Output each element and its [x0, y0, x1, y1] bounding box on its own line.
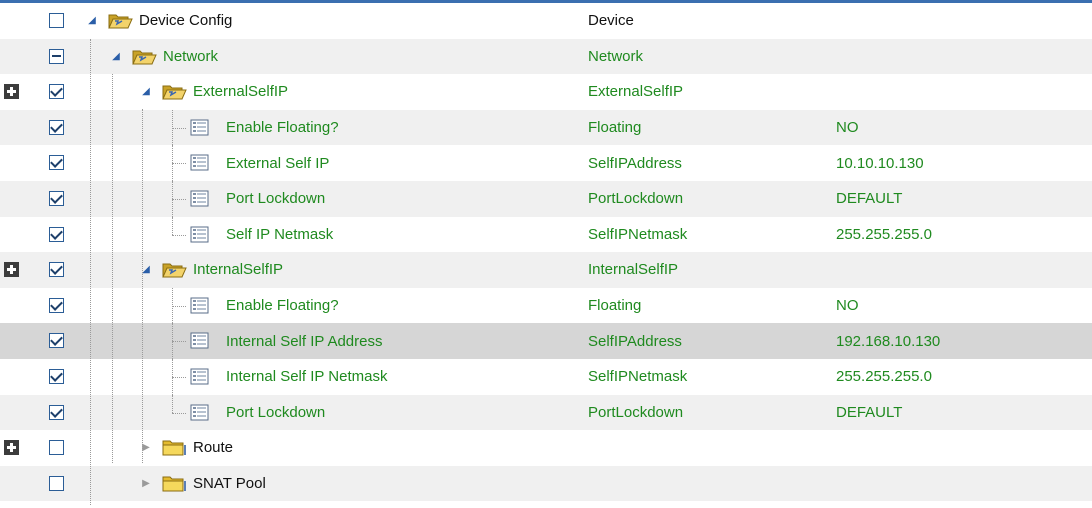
- list-item-icon: [188, 190, 212, 208]
- tree-item-row[interactable]: Self IP Netmask SelfIPNetmask 255.255.255.…: [0, 216, 1092, 253]
- property-value-cell[interactable]: 255.255.255.0: [836, 217, 932, 253]
- plus-icon[interactable]: [4, 262, 19, 278]
- property-value-cell[interactable]: DEFAULT: [836, 181, 902, 217]
- tree-node-label[interactable]: Self IP Netmask: [226, 217, 333, 253]
- tree-guide-line: [90, 39, 91, 505]
- list-item-icon: [188, 297, 212, 315]
- tree-connector-line: [172, 216, 173, 235]
- tree-connector-line: [172, 305, 186, 307]
- tree-connector-line: [172, 234, 186, 236]
- tree-connector-line: [172, 376, 186, 378]
- row-checkbox[interactable]: [49, 404, 64, 420]
- collapse-arrow-icon[interactable]: ◢: [140, 74, 152, 110]
- tree-folder-row[interactable]: ▶ SNAT Pool: [0, 465, 1092, 502]
- tree-folder-row[interactable]: ◢ InternalSelfIP InternalSelfIP: [0, 252, 1092, 288]
- row-checkbox[interactable]: [49, 13, 64, 28]
- row-checkbox[interactable]: [49, 48, 64, 64]
- folder-open-icon: [108, 12, 134, 30]
- folder-open-icon: [162, 83, 188, 101]
- tree-node-label[interactable]: External Self IP: [226, 145, 329, 181]
- tree-item-row[interactable]: External Self IP SelfIPAddress 10.10.10.13…: [0, 145, 1092, 181]
- property-name-cell: ExternalSelfIP: [588, 83, 684, 101]
- tree-node-label[interactable]: Port Lockdown: [226, 181, 325, 217]
- property-name-cell: PortLockdown: [588, 190, 684, 208]
- row-checkbox[interactable]: [49, 226, 64, 242]
- tree-item-row[interactable]: Port Lockdown PortLockdown DEFAULT: [0, 180, 1092, 217]
- tree-item-row[interactable]: Port Lockdown PortLockdown DEFAULT: [0, 394, 1092, 431]
- list-item-icon: [188, 154, 212, 172]
- property-value-cell[interactable]: 10.10.10.130: [836, 145, 924, 181]
- folder-closed-icon: [162, 475, 188, 493]
- tree-folder-row[interactable]: ◢ Network Network: [0, 38, 1092, 75]
- tree-folder-row[interactable]: ◢ ExternalSelfIP ExternalSelfIP: [0, 74, 1092, 110]
- tree-node-label[interactable]: ExternalSelfIP: [193, 74, 288, 110]
- property-name-cell: PortLockdown: [588, 403, 684, 421]
- tree-connector-line: [172, 198, 186, 200]
- list-item-icon: [188, 332, 212, 350]
- tree-node-label[interactable]: InternalSelfIP: [193, 252, 283, 288]
- tree-node-label[interactable]: Internal Self IP Address: [226, 323, 382, 359]
- tree-guide-line: [112, 74, 113, 463]
- collapse-arrow-icon[interactable]: ◢: [86, 3, 98, 39]
- tree-connector-line: [172, 394, 173, 413]
- property-value-cell[interactable]: NO: [836, 288, 859, 324]
- tree-node-label[interactable]: Internal Self IP Netmask: [226, 359, 387, 395]
- property-name-cell: Floating: [588, 297, 642, 315]
- row-checkbox[interactable]: [49, 119, 64, 135]
- property-value-cell[interactable]: NO: [836, 110, 859, 146]
- list-item-icon: [188, 119, 212, 137]
- expand-arrow-icon[interactable]: ▶: [140, 466, 152, 502]
- tree-item-row[interactable]: Enable Floating? Floating NO: [0, 287, 1092, 324]
- tree-node-label[interactable]: Enable Floating?: [226, 110, 339, 146]
- property-name-cell: InternalSelfIP: [588, 261, 679, 279]
- tree-guide-line: [142, 109, 143, 463]
- list-item-icon: [188, 404, 212, 422]
- device-config-tree-grid: ◢ Device Config Device ◢ Network Network ◢ Exte…: [0, 3, 1092, 505]
- tree-item-row[interactable]: Enable Floating? Floating NO: [0, 109, 1092, 146]
- tree-connector-line: [172, 412, 186, 414]
- tree-folder-row[interactable]: ◢ Device Config Device: [0, 3, 1092, 39]
- row-checkbox[interactable]: [49, 84, 64, 100]
- list-item-icon: [188, 368, 212, 386]
- property-value-cell[interactable]: 192.168.10.130: [836, 323, 940, 359]
- tree-connector-line: [172, 127, 186, 129]
- property-name-cell: Network: [588, 47, 644, 65]
- row-checkbox[interactable]: [49, 368, 64, 384]
- tree-node-label[interactable]: Device Config: [139, 3, 232, 39]
- row-checkbox[interactable]: [49, 475, 64, 491]
- row-checkbox[interactable]: [49, 190, 64, 206]
- property-value-cell[interactable]: 255.255.255.0: [836, 359, 932, 395]
- tree-folder-row[interactable]: ▶ Route: [0, 430, 1092, 466]
- tree-item-row[interactable]: Internal Self IP Netmask SelfIPNetmask 255…: [0, 358, 1092, 395]
- tree-connector-line: [172, 341, 186, 343]
- property-name-cell: SelfIPNetmask: [588, 225, 688, 243]
- folder-closed-icon: [162, 439, 188, 457]
- tree-node-label[interactable]: Network: [163, 39, 218, 75]
- tree-connector-line: [172, 163, 186, 165]
- property-name-cell: Device: [588, 12, 634, 30]
- list-item-icon: [188, 226, 212, 244]
- tree-item-row[interactable]: Internal Self IP Address SelfIPAddress 192…: [0, 323, 1092, 359]
- row-checkbox[interactable]: [49, 440, 64, 456]
- tree-node-label[interactable]: Port Lockdown: [226, 395, 325, 431]
- collapse-arrow-icon[interactable]: ◢: [110, 39, 122, 75]
- property-name-cell: SelfIPNetmask: [588, 368, 688, 386]
- property-value-cell[interactable]: DEFAULT: [836, 395, 902, 431]
- folder-open-icon: [132, 48, 158, 66]
- plus-icon[interactable]: [4, 84, 19, 100]
- tree-node-label[interactable]: Route: [193, 430, 233, 466]
- plus-icon[interactable]: [4, 440, 19, 456]
- folder-open-icon: [162, 261, 188, 279]
- property-name-cell: SelfIPAddress: [588, 154, 682, 172]
- property-name-cell: SelfIPAddress: [588, 332, 682, 350]
- row-checkbox[interactable]: [49, 155, 64, 171]
- property-name-cell: Floating: [588, 119, 642, 137]
- row-checkbox[interactable]: [49, 297, 64, 313]
- tree-node-label[interactable]: Enable Floating?: [226, 288, 339, 324]
- row-checkbox[interactable]: [49, 262, 64, 278]
- row-checkbox[interactable]: [49, 333, 64, 349]
- tree-node-label[interactable]: SNAT Pool: [193, 466, 266, 502]
